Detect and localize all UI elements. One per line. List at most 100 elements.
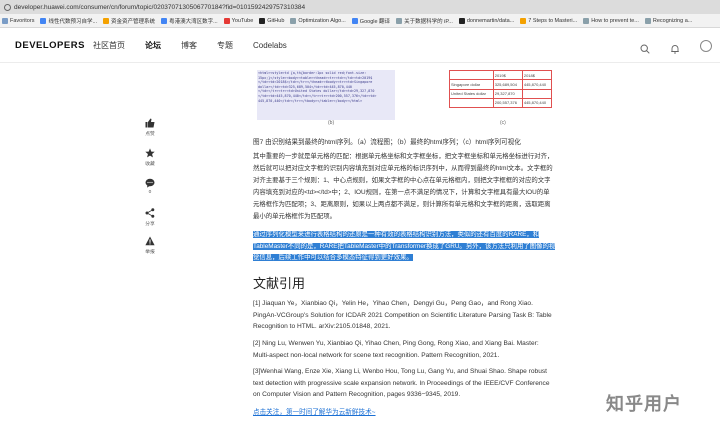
table-cell [449, 97, 494, 109]
table-row: 200,557,376 445,870,440 [449, 97, 553, 109]
selected-text[interactable]: 通过序列化模型来进行表格结构的还原是一种有效的表格结构识别方法，类似的还有百度的… [253, 231, 556, 261]
bookmark-icon [396, 17, 403, 24]
code-line: 445,870,440</td></tr></tbody></table></b… [258, 98, 363, 103]
table-cell: Singapore dollar [449, 79, 494, 90]
bookmark-item[interactable]: How to prevent te... [583, 17, 639, 24]
thumbs-up-icon[interactable] [145, 118, 155, 128]
table-row: United States dollar 29,327,870 [449, 88, 553, 99]
bookmark-icon [583, 17, 590, 24]
share-label: 分享 [145, 222, 155, 227]
share-icon[interactable] [145, 208, 155, 218]
references-heading: 文献引用 [253, 276, 306, 291]
code-line: </td><td>445,870,440</td></tr><tr><td>20… [258, 93, 377, 98]
table-row: 2019$ 2018$ [449, 69, 553, 81]
figure-caption-b: (b) [328, 120, 335, 126]
bookmark-item[interactable]: Recognizing a... [644, 17, 693, 24]
comment-count: 0 [148, 190, 152, 195]
article-paragraph: 其中重要的一步就是单元格的匹配：根据单元格坐标和文字框坐标，把文字框坐标和单元格… [253, 153, 554, 220]
bookmark-item[interactable]: 资金资产管理系统 [103, 17, 155, 25]
figure-caption-c: (c) [500, 120, 506, 126]
bookmark-item[interactable]: Google 翻译 [351, 17, 391, 25]
nav-topics[interactable]: 专题 [217, 40, 233, 51]
like-label: 点赞 [145, 132, 155, 137]
zhihu-watermark: 知乎用户 [606, 394, 682, 414]
comment-action[interactable]: 0 [141, 178, 159, 195]
table-cell [449, 69, 494, 81]
table-row: Singapore dollar 325,689,504 445,870,440 [449, 79, 553, 90]
youtube-icon [223, 17, 230, 24]
report-action[interactable]: 举报 [141, 236, 159, 255]
table-cell: 325,689,504 [492, 79, 523, 90]
site-header: DEVELOPERS 社区首页 论坛 博客 专题 Codelabs [0, 29, 720, 63]
bookmark-icon [520, 17, 527, 24]
table-cell: 445,870,440 [521, 79, 553, 90]
follow-link[interactable]: 点击关注，第一时间了解华为云新鲜技术~ [253, 406, 376, 416]
reference-item: [1] Jiaquan Ye，Xianbiao Qi，Yelin He，Yiha… [253, 300, 552, 330]
site-info-icon[interactable] [4, 3, 11, 11]
favorite-action[interactable]: 收藏 [141, 148, 159, 167]
report-label: 举报 [145, 250, 155, 255]
like-action[interactable]: 点赞 [141, 118, 159, 137]
bookmark-item[interactable]: 关于数据科学的 iP... [396, 17, 453, 25]
article-figure: <html><style>td {a,th{border:1px solid r… [253, 66, 553, 130]
nav-forum[interactable]: 论坛 [145, 40, 161, 51]
bookmark-icon [290, 17, 297, 24]
bookmark-item[interactable]: 线性代数预习自学... [40, 17, 97, 25]
site-logo[interactable]: DEVELOPERS [15, 40, 93, 51]
nav-blog[interactable]: 博客 [181, 40, 197, 51]
bookmark-label: 资金资产管理系统 [111, 18, 156, 25]
table-cell: 2019$ [492, 69, 523, 81]
comment-icon[interactable] [145, 178, 155, 188]
nav-codelabs[interactable]: Codelabs [253, 41, 287, 50]
warning-icon[interactable] [145, 236, 155, 246]
table-cell: 200,557,376 [492, 97, 523, 109]
bookmark-item[interactable]: donnemartin/data... [458, 17, 515, 24]
star-icon[interactable] [145, 148, 155, 158]
table-cell: United States dollar [449, 88, 494, 99]
share-action[interactable]: 分享 [141, 208, 159, 227]
table-cell [521, 88, 553, 99]
reference-item: [2] Ning Lu, Wenwen Yu, Xianbiao Qi, Yih… [253, 340, 539, 359]
notification-bell-icon[interactable] [670, 41, 680, 54]
browser-url-bar[interactable]: developer.huawei.com/consumer/cn/forum/t… [0, 0, 720, 14]
table-cell: 29,327,870 [492, 88, 523, 99]
folder-icon [2, 17, 8, 24]
figure-caption: 图7 由识别结果到最终的html序列。（a）流程图；（b）最终的html序列；（… [253, 139, 521, 146]
bookmark-label: donnemartin/data... [466, 17, 515, 24]
bookmarks-bar: Favoritors 线性代数预习自学... 资金资产管理系统 粤港澳大湾区数字...… [0, 14, 720, 28]
bookmark-label: GitHub [267, 17, 285, 24]
html-sequence-image: <html><style>td {a,th{border:1px solid r… [257, 70, 395, 120]
main-nav: 社区首页 论坛 博客 专题 Codelabs [93, 40, 307, 51]
favorite-label: 收藏 [145, 162, 155, 167]
bookmark-label: 7 Steps to Masteri... [528, 17, 578, 24]
table-cell: 445,870,440 [521, 97, 553, 109]
user-avatar[interactable] [700, 40, 712, 52]
selected-paragraph[interactable]: 通过序列化模型来进行表格结构的还原是一种有效的表格结构识别方法，类似的还有百度的… [253, 229, 556, 264]
table-cell: 2018$ [521, 69, 553, 81]
bookmark-icon [161, 17, 168, 24]
html-visualization-table: 2019$ 2018$ Singapore dollar 325,689,504 445… [449, 69, 553, 109]
bookmark-label: 粤港澳大湾区数字... [169, 18, 218, 25]
bookmark-icon [103, 17, 110, 24]
bookmark-item[interactable]: 粤港澳大湾区数字... [161, 17, 218, 25]
bookmark-item[interactable]: 7 Steps to Masteri... [520, 17, 578, 24]
bookmark-label: Recognizing a... [652, 17, 693, 24]
nav-community-home[interactable]: 社区首页 [93, 40, 125, 51]
reference-item: [3]Wenhai Wang, Enze Xie, Xiang Li, Wenb… [253, 368, 550, 398]
url-text[interactable]: developer.huawei.com/consumer/cn/forum/t… [14, 4, 305, 11]
search-icon[interactable] [640, 41, 650, 54]
github-icon [458, 17, 465, 24]
bookmark-item[interactable]: YouTube [223, 17, 253, 24]
bookmark-label: Google 翻译 [359, 18, 391, 25]
bookmark-icon [644, 17, 651, 24]
google-translate-icon [351, 17, 358, 24]
github-icon [259, 17, 266, 24]
bookmark-label: Optimization Algo... [298, 17, 346, 24]
bookmark-item[interactable]: Favoritors [2, 17, 35, 24]
bookmark-label: Favoritors [10, 17, 35, 24]
header-actions [640, 29, 720, 63]
bookmark-item[interactable]: Optimization Algo... [290, 17, 346, 24]
bookmark-label: How to prevent te... [591, 17, 639, 24]
bookmark-item[interactable]: GitHub [259, 17, 285, 24]
bookmark-label: 关于数据科学的 iP... [404, 18, 453, 25]
